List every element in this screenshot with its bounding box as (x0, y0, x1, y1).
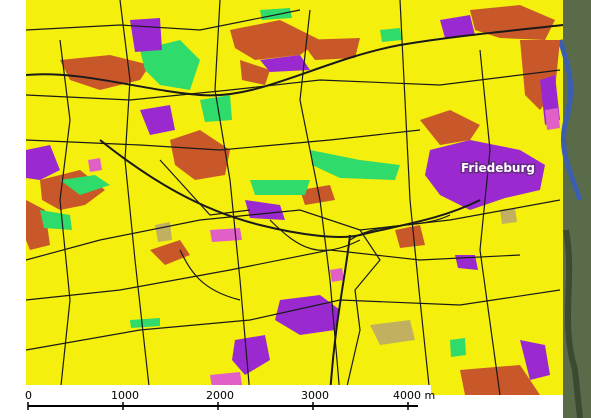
scale-label-1000: 1000 (111, 389, 139, 402)
scale-label-0: 0 (25, 389, 32, 402)
scale-label-2000: 2000 (206, 389, 234, 402)
scale-bar: 0 1000 2000 3000 4000 m (25, 385, 435, 418)
place-label-friedeburg: Friedeburg (461, 161, 535, 175)
land-use-map: Friedeburg 0 1000 2000 3000 4000 m (0, 0, 591, 418)
scale-label-4000: 4000 m (393, 389, 435, 402)
scale-label-3000: 3000 (301, 389, 329, 402)
